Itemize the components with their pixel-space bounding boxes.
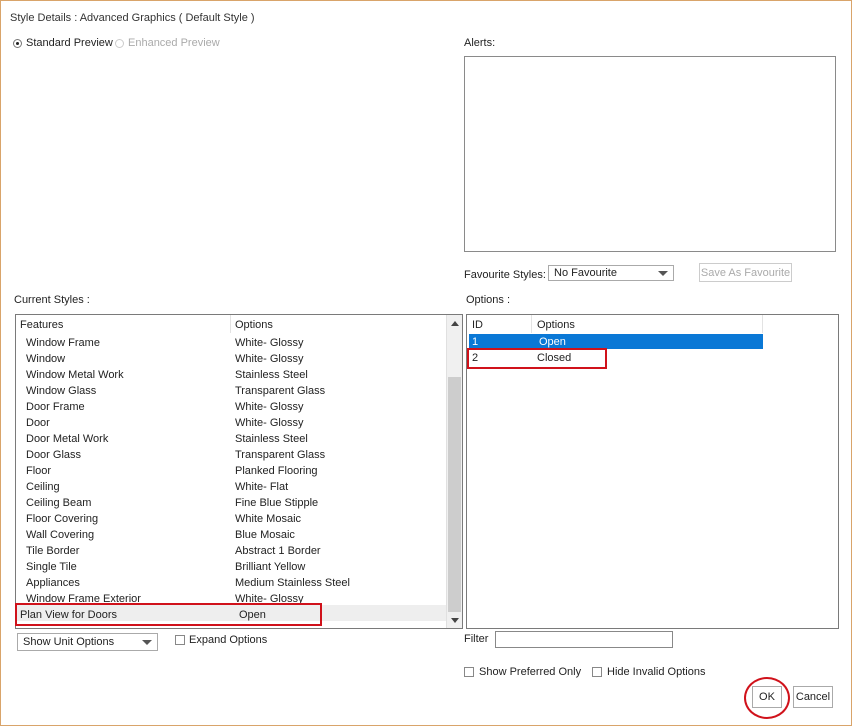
style-option-cell[interactable]: White- Glossy [235, 335, 303, 351]
current-styles-label: Current Styles : [14, 294, 90, 306]
style-option-cell[interactable]: Blue Mosaic [235, 527, 295, 543]
hide-invalid-options-checkbox[interactable]: Hide Invalid Options [592, 666, 705, 678]
style-feature-cell[interactable]: Window Metal Work [26, 367, 124, 383]
chevron-down-icon [658, 271, 668, 276]
style-feature-cell[interactable]: Floor [26, 463, 51, 479]
style-feature-cell[interactable]: Ceiling Beam [26, 495, 91, 511]
scroll-thumb[interactable] [448, 377, 461, 612]
checkbox-icon [175, 635, 185, 645]
unit-options-select[interactable]: Show Unit Options [17, 633, 158, 651]
current-styles-table: Features Options Window Frame White- Glos… [15, 314, 463, 629]
style-option-cell[interactable]: White- Glossy [235, 415, 303, 431]
checkbox-icon [464, 667, 474, 677]
style-feature-cell[interactable]: Door Metal Work [26, 431, 108, 447]
options-column-header: Options [235, 319, 273, 331]
unit-options-selected-value: Show Unit Options [23, 636, 115, 648]
id-column-header: ID [472, 319, 483, 331]
style-feature-cell[interactable]: Tile Border [26, 543, 79, 559]
style-feature-cell[interactable]: Window Frame [26, 335, 100, 351]
style-option-cell[interactable]: Brilliant Yellow [235, 559, 305, 575]
scroll-down-arrow-icon[interactable] [451, 618, 459, 623]
favourite-styles-select[interactable]: No Favourite [548, 265, 674, 281]
selected-option-highlight [469, 334, 763, 349]
standard-preview-radio[interactable]: Standard Preview [13, 37, 113, 49]
column-divider [762, 315, 763, 333]
checkbox-icon [592, 667, 602, 677]
column-divider [531, 315, 532, 333]
style-feature-cell[interactable]: Door Glass [26, 447, 81, 463]
filter-label: Filter [464, 633, 489, 645]
highlight-box-plan-view-row [15, 603, 322, 626]
standard-preview-label: Standard Preview [26, 37, 113, 49]
alerts-label: Alerts: [464, 37, 496, 49]
style-option-cell[interactable]: White- Glossy [235, 399, 303, 415]
style-option-cell[interactable]: Fine Blue Stipple [235, 495, 318, 511]
style-feature-cell[interactable]: Floor Covering [26, 511, 98, 527]
alerts-box[interactable] [464, 56, 836, 252]
filter-input[interactable] [495, 631, 673, 648]
style-option-cell[interactable]: Transparent Glass [235, 383, 325, 399]
style-option-cell[interactable]: White- Glossy [235, 351, 303, 367]
style-feature-cell[interactable]: Wall Covering [26, 527, 94, 543]
highlight-box-closed-option [467, 348, 607, 369]
styles-scrollbar[interactable] [446, 315, 462, 628]
scroll-up-arrow-icon[interactable] [451, 321, 459, 326]
expand-options-label: Expand Options [189, 634, 268, 646]
favourite-selected-value: No Favourite [554, 267, 617, 279]
enhanced-preview-label: Enhanced Preview [128, 37, 220, 49]
style-option-cell[interactable]: Transparent Glass [235, 447, 325, 463]
hide-invalid-options-label: Hide Invalid Options [607, 666, 706, 678]
style-feature-cell[interactable]: Ceiling [26, 479, 60, 495]
style-feature-cell[interactable]: Single Tile [26, 559, 77, 575]
show-preferred-only-label: Show Preferred Only [479, 666, 582, 678]
features-column-header: Features [20, 319, 64, 331]
style-feature-cell[interactable]: Door [26, 415, 50, 431]
show-preferred-only-checkbox[interactable]: Show Preferred Only [464, 666, 581, 678]
options-label: Options : [466, 294, 511, 306]
style-option-cell[interactable]: Medium Stainless Steel [235, 575, 350, 591]
style-feature-cell[interactable]: Appliances [26, 575, 80, 591]
enhanced-preview-radio[interactable]: Enhanced Preview [115, 37, 220, 49]
option-column-header: Options [537, 319, 575, 331]
style-option-cell[interactable]: Planked Flooring [235, 463, 318, 479]
save-as-favourite-button[interactable]: Save As Favourite [699, 263, 792, 282]
radio-selected-icon [13, 38, 22, 48]
radio-empty-icon [115, 38, 124, 48]
expand-options-checkbox[interactable]: Expand Options [175, 634, 267, 646]
dialog-title: Style Details : Advanced Graphics ( Defa… [10, 12, 255, 24]
highlight-circle-ok-button [744, 677, 790, 719]
cancel-button[interactable]: Cancel [793, 686, 833, 708]
style-option-cell[interactable]: White Mosaic [235, 511, 301, 527]
style-option-cell[interactable]: Stainless Steel [235, 367, 308, 383]
style-feature-cell[interactable]: Door Frame [26, 399, 85, 415]
style-option-cell[interactable]: Abstract 1 Border [235, 543, 321, 559]
style-option-cell[interactable]: Stainless Steel [235, 431, 308, 447]
style-feature-cell[interactable]: Window Glass [26, 383, 96, 399]
column-divider [230, 315, 231, 333]
chevron-down-icon [142, 640, 152, 645]
style-feature-cell[interactable]: Window [26, 351, 65, 367]
style-option-cell[interactable]: White- Flat [235, 479, 288, 495]
favourite-styles-label: Favourite Styles: [464, 269, 546, 281]
